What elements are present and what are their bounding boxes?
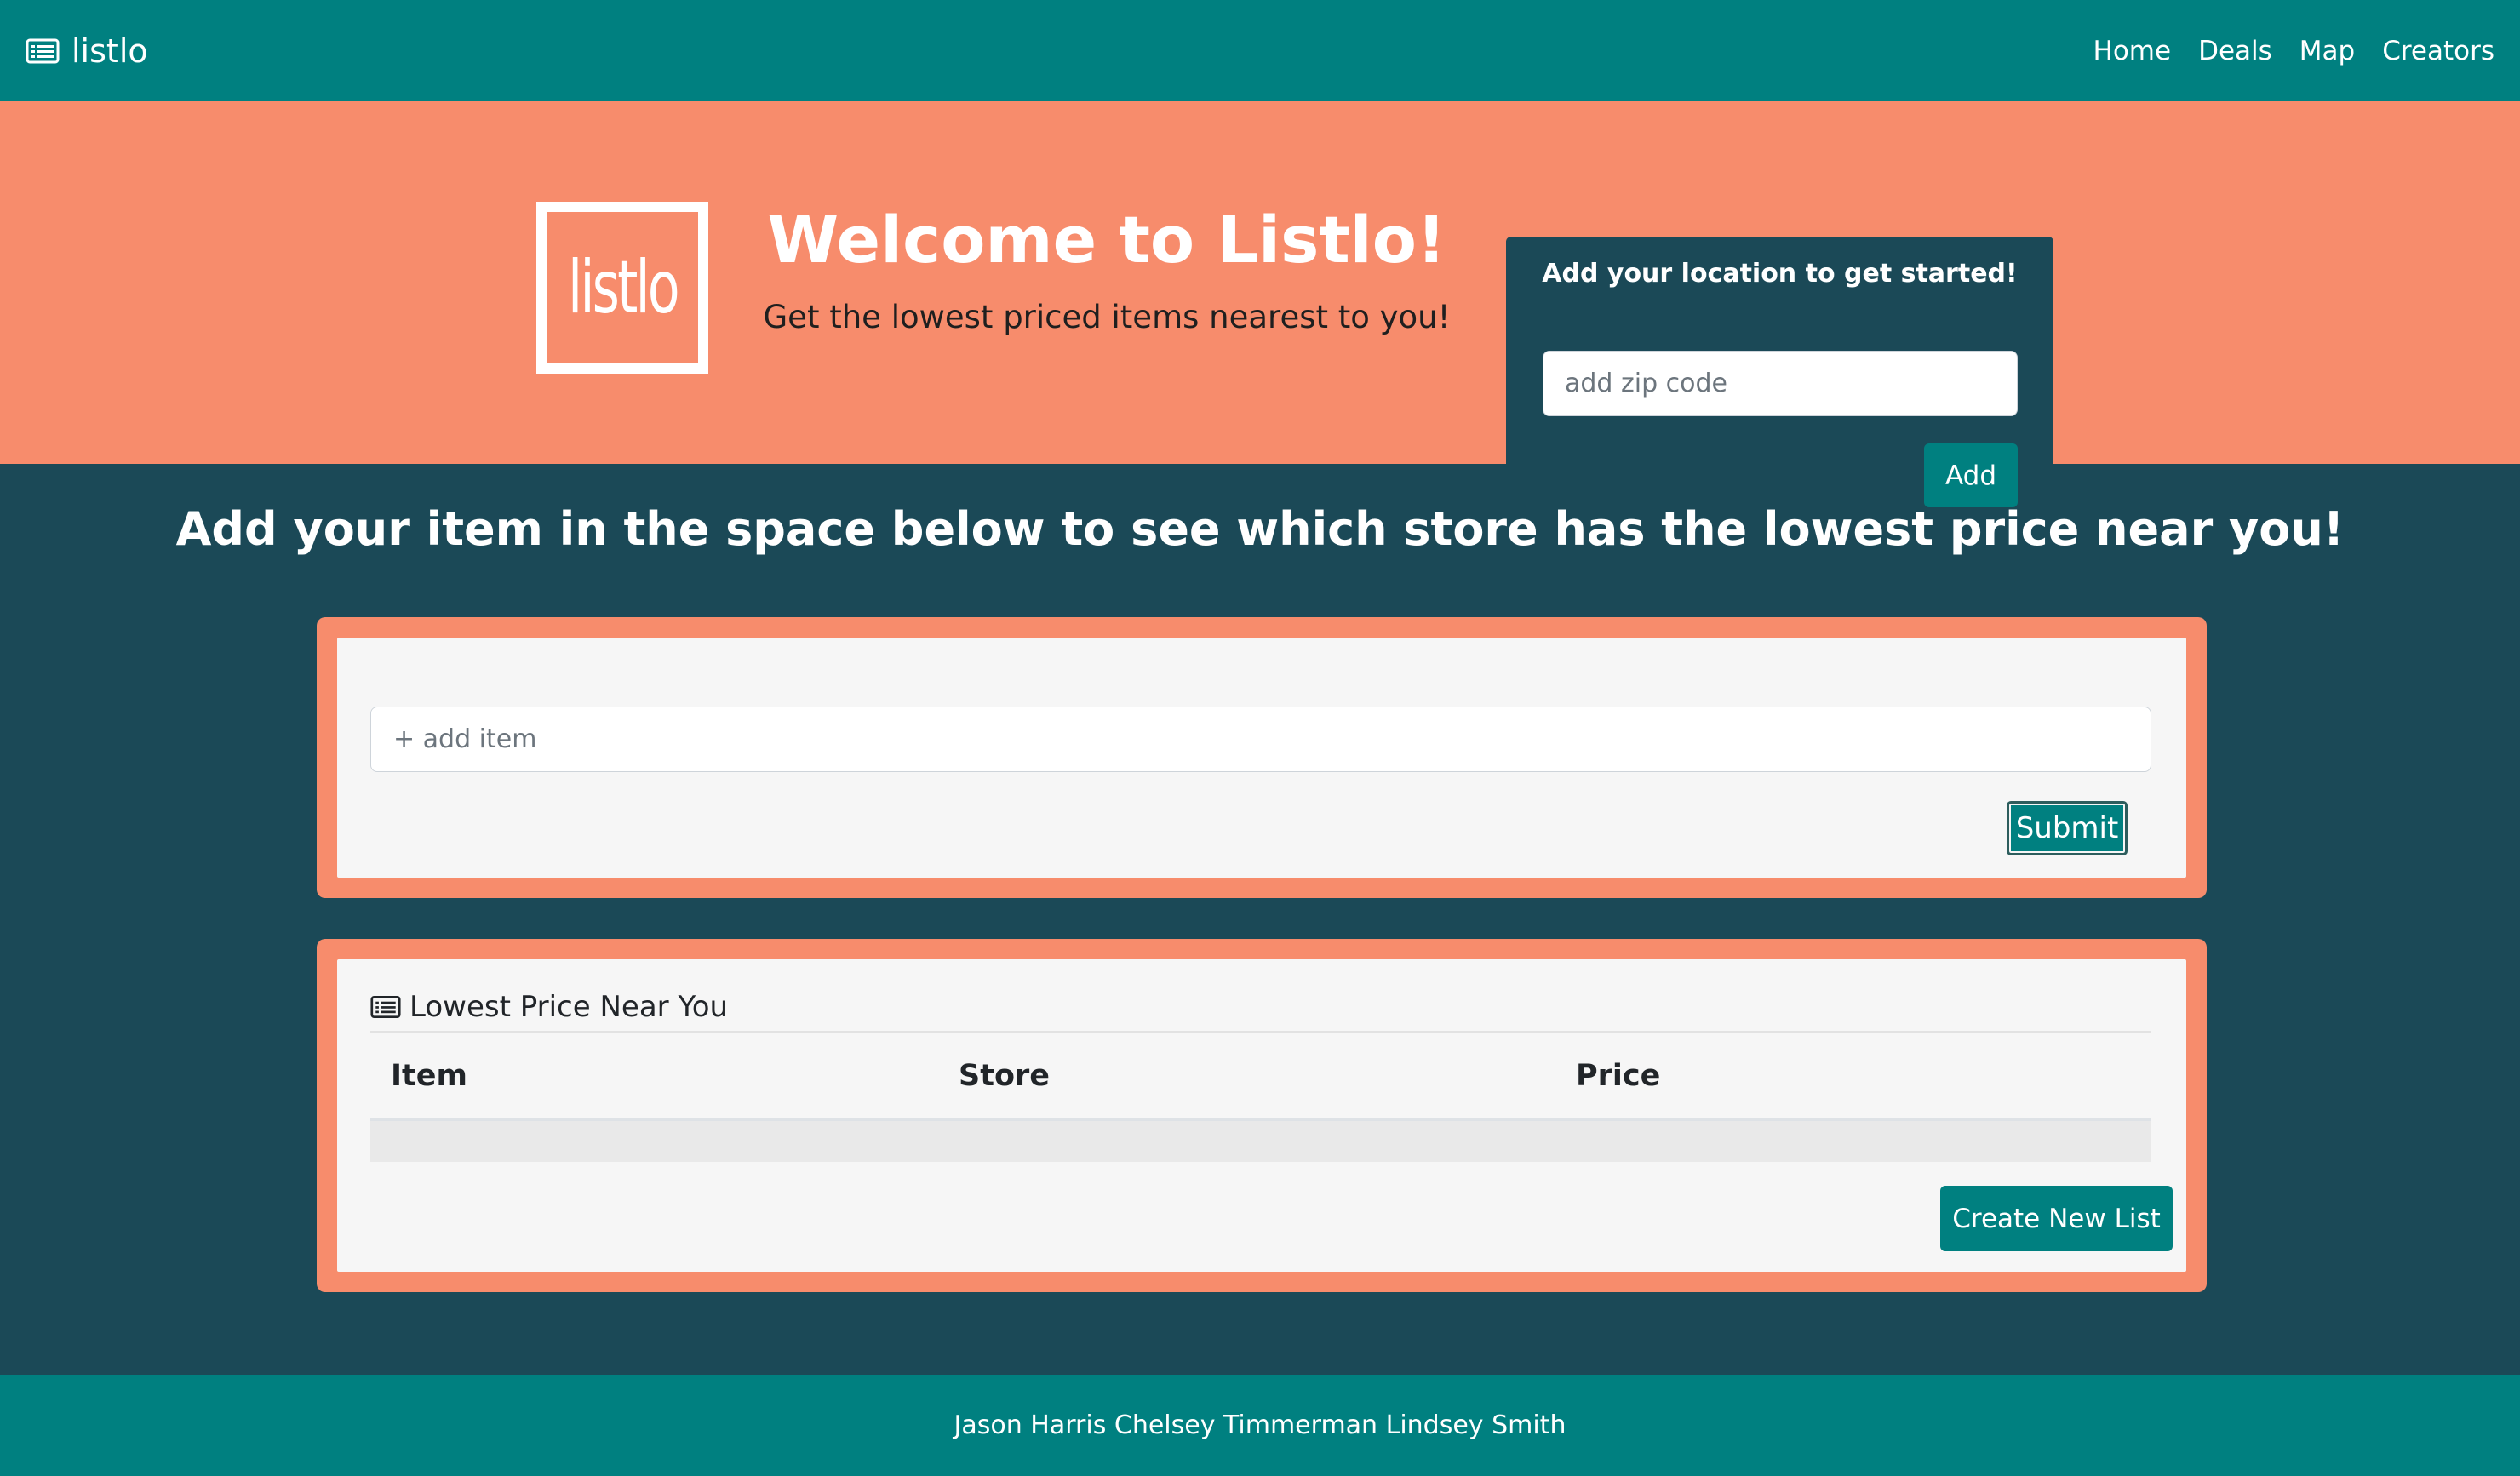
list-icon [370,995,401,1019]
results-title: Lowest Price Near You [410,990,729,1024]
brand-link[interactable]: listlo [26,32,148,70]
hero-subtitle: Get the lowest priced items nearest to y… [763,299,1451,335]
location-card: Add your location to get started! Add [1506,237,2053,531]
footer: Jason Harris Chelsey Timmerman Lindsey S… [0,1375,2520,1476]
results-table: Item Store Price [370,1033,2151,1162]
nav-creators[interactable]: Creators [2382,36,2494,66]
hero: listlo Welcome to Listlo! Get the lowest… [0,101,2520,531]
add-item-form: Submit [337,638,2186,878]
hero-title: Welcome to Listlo! [767,202,1446,277]
add-item-input[interactable] [370,707,2151,772]
table-row [370,1121,2151,1162]
submit-button[interactable]: Submit [2007,801,2128,855]
results-panel: Lowest Price Near You Item Store Price C… [317,939,2207,1292]
nav-home[interactable]: Home [2093,36,2172,66]
table-header-row: Item Store Price [370,1033,2151,1121]
create-new-list-button[interactable]: Create New List [1940,1186,2173,1251]
zip-code-input[interactable] [1543,351,2018,416]
location-card-title: Add your location to get started! [1542,259,2018,289]
column-header-price: Price [1576,1058,1661,1093]
nav-map[interactable]: Map [2300,36,2355,66]
nav-links: Home Deals Map Creators [2093,36,2494,66]
add-item-panel: Submit [317,617,2207,898]
results-card: Lowest Price Near You Item Store Price C… [337,959,2186,1272]
navbar: listlo Home Deals Map Creators [0,0,2520,101]
footer-creators: Jason Harris Chelsey Timmerman Lindsey S… [954,1410,1566,1440]
list-icon [26,38,60,64]
results-header: Lowest Price Near You [370,983,2151,1033]
brand-name: listlo [72,31,148,70]
column-header-item: Item [391,1058,467,1093]
main-heading: Add your item in the space below to see … [175,502,2345,556]
add-location-button[interactable]: Add [1924,443,2018,507]
column-header-store: Store [959,1058,1050,1093]
listlo-logo: listlo [536,202,708,374]
logo-text: listlo [567,245,680,330]
nav-deals[interactable]: Deals [2198,36,2272,66]
